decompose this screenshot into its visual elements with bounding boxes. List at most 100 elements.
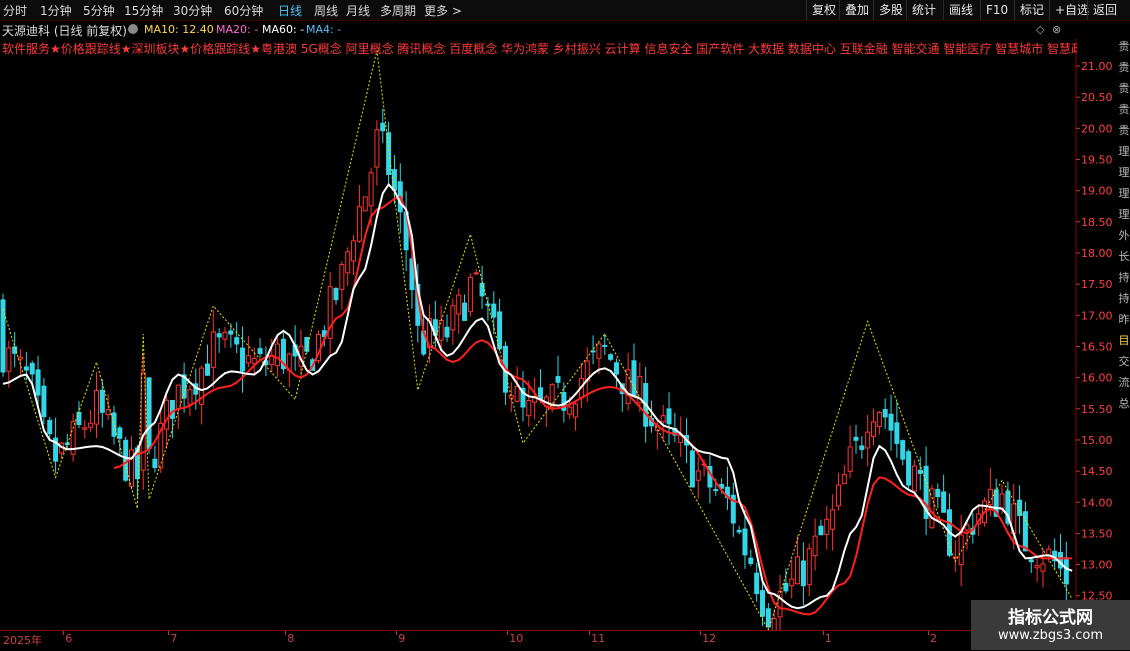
candle-body [754, 572, 760, 595]
tab-7[interactable]: 周线 [314, 2, 338, 19]
candle-body [941, 491, 947, 513]
strip-char: 贵 [1118, 61, 1130, 74]
candle-body [859, 445, 865, 450]
strip-char: 贵 [1118, 40, 1130, 53]
candle-body [917, 469, 923, 474]
candle-body [164, 399, 170, 430]
candle-body [117, 427, 123, 439]
candle-body [613, 362, 619, 375]
strip-char: 总 [1118, 397, 1130, 410]
candle-body [666, 408, 672, 425]
ma4-label: MA4: - [306, 23, 342, 36]
toolbar-button-6[interactable]: 标记 [1014, 0, 1049, 20]
x-tick [63, 631, 65, 635]
candle-body [789, 578, 795, 587]
candle-body [99, 389, 105, 413]
candle-body [958, 534, 964, 565]
candle-body [444, 326, 450, 338]
tab-10[interactable]: 更多 > [424, 2, 462, 19]
stock-title[interactable]: 天源迪科 (日线 前复权) [2, 22, 127, 39]
x-tick-label: 2 [929, 632, 937, 645]
settings-icon[interactable] [128, 24, 138, 34]
watermark: 指标公式网 www.zbgs3.com [971, 600, 1130, 650]
right-info-strip[interactable]: 贵贵贵贵贵理理理理外长持持昨目交流总 [1118, 38, 1130, 598]
x-tick [168, 631, 170, 635]
candle-body [362, 196, 368, 212]
x-tick-label: 8 [287, 632, 295, 645]
tab-4[interactable]: 30分钟 [173, 2, 212, 19]
candle-body [771, 618, 777, 630]
tab-0[interactable]: 分时 [3, 2, 27, 19]
y-tick-label: 14.00 [1081, 496, 1113, 509]
strip-char: 贵 [1118, 124, 1130, 137]
candle-body [602, 344, 608, 347]
toolbar-button-7[interactable]: +自选 [1049, 0, 1089, 20]
candle-body [812, 535, 818, 557]
candle-body [800, 560, 806, 587]
candle-body [146, 377, 152, 449]
candle-body [18, 356, 24, 360]
candle-body [479, 282, 485, 297]
candle-body [631, 360, 637, 397]
x-tick-label: 11 [591, 632, 606, 645]
toolbar-button-0[interactable]: 复权 [806, 0, 839, 20]
watermark-url: www.zbgs3.com [997, 628, 1104, 643]
tab-1[interactable]: 1分钟 [40, 2, 72, 19]
ma10-label: MA10: 12.40 [144, 23, 214, 36]
candle-body [555, 376, 561, 383]
tab-3[interactable]: 15分钟 [124, 2, 163, 19]
candle-body [257, 348, 263, 355]
ma60-label: MA60: - [262, 23, 305, 36]
strip-char: 流 [1118, 376, 1130, 389]
candle-body [41, 385, 47, 418]
candle-body [333, 287, 339, 301]
candle-body [695, 470, 701, 481]
toolbar-button-5[interactable]: F10 [980, 0, 1014, 20]
strip-char: 昨 [1118, 313, 1130, 326]
candle-body [152, 458, 158, 469]
toolbar-button-2[interactable]: 多股 [873, 0, 906, 20]
diamond-icon[interactable]: ◇ [1036, 23, 1044, 36]
strip-char: 理 [1118, 187, 1130, 200]
candlestick-chart[interactable]: 21.00 20.50 20.00 19.50 19.00 18.50 18.00 17.50… [0, 38, 1118, 630]
x-tick [700, 631, 702, 635]
y-tick-label: 13.50 [1081, 527, 1113, 540]
tab-8[interactable]: 月线 [346, 2, 370, 19]
candle-body [450, 305, 456, 331]
x-tick [927, 631, 929, 635]
candle-body [1063, 557, 1069, 585]
strip-char: 贵 [1118, 82, 1130, 95]
candle-body [742, 528, 748, 556]
strip-char: 理 [1118, 208, 1130, 221]
candle-body [47, 419, 53, 435]
toolbar-button-8[interactable]: 返回 [1087, 0, 1130, 20]
candle-body [111, 412, 117, 437]
candle-body [187, 389, 193, 405]
candle-body [35, 369, 41, 396]
toolbar-button-4[interactable]: 画线 [943, 0, 980, 20]
candle-body [6, 347, 12, 372]
y-tick-label: 20.50 [1081, 91, 1113, 104]
x-tick-label: 7 [170, 632, 178, 645]
strip-char: 理 [1118, 145, 1130, 158]
candle-body [491, 303, 497, 318]
candle-body [82, 427, 88, 430]
x-tick-label: 10 [509, 632, 524, 645]
toolbar-button-3[interactable]: 统计 [906, 0, 943, 20]
candle-body [29, 362, 35, 375]
tab-2[interactable]: 5分钟 [83, 2, 115, 19]
candle-body [508, 395, 514, 399]
candle-body [871, 421, 877, 437]
candle-body [76, 411, 82, 425]
candle-body [596, 343, 602, 359]
close-icon[interactable]: ⊗ [1052, 23, 1061, 36]
candle-body [865, 431, 871, 449]
tab-5[interactable]: 60分钟 [224, 2, 263, 19]
tab-6[interactable]: 日线 [278, 2, 302, 19]
candle-body [456, 294, 462, 315]
toolbar-button-1[interactable]: 叠加 [839, 0, 873, 20]
candle-body [380, 122, 386, 132]
y-tick-label: 18.00 [1081, 247, 1113, 260]
tab-9[interactable]: 多周期 [380, 2, 416, 19]
y-tick-label: 17.50 [1081, 278, 1113, 291]
